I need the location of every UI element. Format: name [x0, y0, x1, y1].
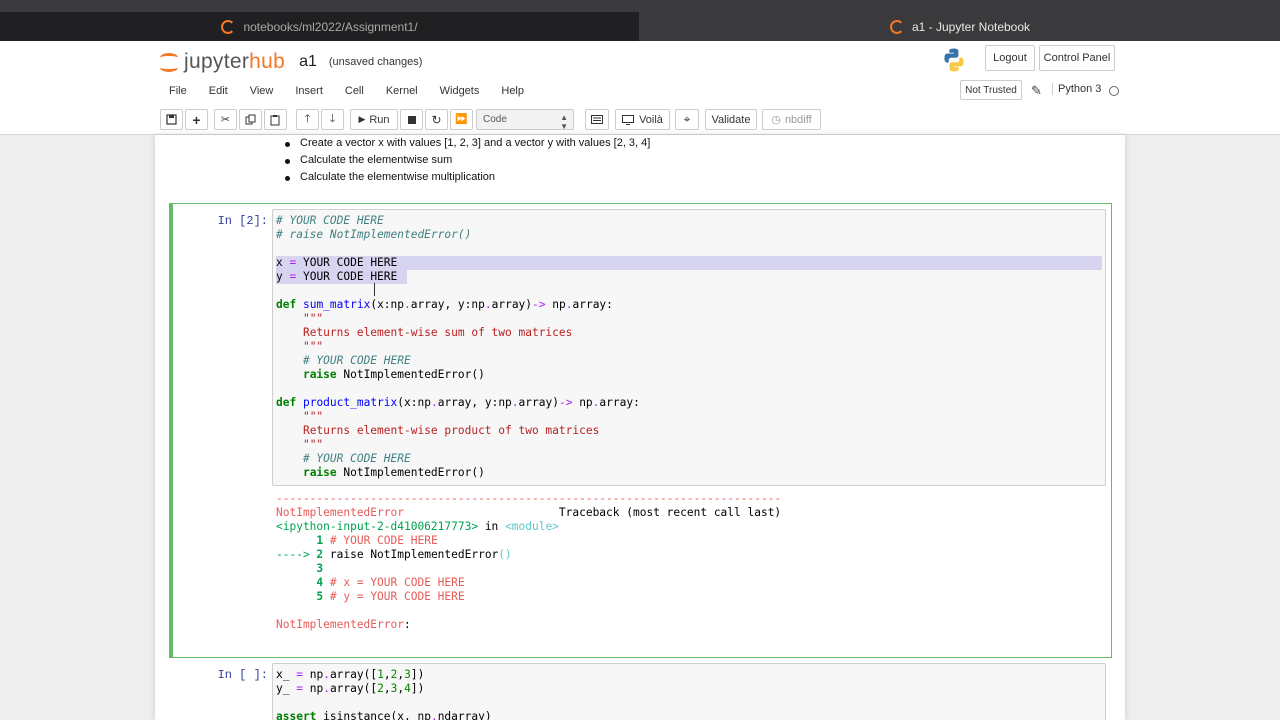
not-trusted-button[interactable]: Not Trusted: [960, 80, 1022, 100]
code-content[interactable]: # YOUR CODE HERE # raise NotImplementedE…: [276, 214, 640, 480]
paste-icon[interactable]: [264, 109, 287, 130]
validate-button[interactable]: Validate: [705, 109, 757, 130]
jupyter-favicon-icon: [221, 19, 236, 34]
menu-insert[interactable]: Insert: [284, 85, 334, 97]
command-palette-icon[interactable]: [585, 109, 609, 130]
edit-pencil-icon[interactable]: ✎: [1031, 83, 1042, 99]
history-icon: ◷: [771, 114, 781, 126]
run-button[interactable]: ▶ Run: [350, 109, 398, 130]
browser-tab-directory[interactable]: notebooks/ml2022/Assignment1/: [0, 12, 639, 41]
voila-label: Voilà: [639, 113, 663, 126]
browser-tab-label: a1 - Jupyter Notebook: [911, 19, 1031, 34]
nbdiff-label: nbdiff: [784, 113, 812, 126]
kernel-status-icon: [1109, 86, 1119, 96]
menu-help[interactable]: Help: [490, 85, 535, 97]
move-up-icon[interactable]: 🡑: [296, 109, 319, 130]
chevron-down-icon: ▲ ▼: [560, 113, 568, 131]
header-title-row: jupyterhub a1 (unsaved changes): [158, 47, 422, 77]
list-item: Create a vector x with values [1, 2, 3] …: [284, 135, 650, 152]
code-content[interactable]: x_ = np.array([1,2,3]) y_ = np.array([2,…: [276, 668, 492, 720]
restart-kernel-icon[interactable]: ↻: [425, 109, 448, 130]
interrupt-kernel-icon[interactable]: [400, 109, 423, 130]
run-label: Run: [369, 113, 390, 126]
nbdiff-button[interactable]: ◷ nbdiff: [762, 109, 821, 130]
menu-cell[interactable]: Cell: [334, 85, 375, 97]
jupyterhub-logo-icon[interactable]: [158, 51, 180, 73]
cell-type-value: Code: [483, 114, 507, 125]
toolbar: + ✂ 🡑 🡓 ▶ Run ↻ ⏩ Code ▲ ▼ Voilà ⌖ Validat…: [155, 107, 1125, 133]
run-icon: ▶: [358, 114, 366, 124]
restart-run-all-icon[interactable]: ⏩: [450, 109, 473, 130]
control-panel-button[interactable]: Control Panel: [1039, 45, 1115, 71]
menu-edit[interactable]: Edit: [198, 85, 239, 97]
cell-output-traceback: ----------------------------------------…: [276, 492, 782, 631]
python-logo-icon: [944, 48, 964, 72]
text-cursor: [374, 283, 376, 296]
notebook-name[interactable]: a1: [299, 53, 317, 71]
list-item: Calculate the elementwise multiplication: [284, 169, 650, 186]
kernel-name[interactable]: Python 3: [1052, 83, 1101, 95]
move-down-icon[interactable]: 🡓: [321, 109, 344, 130]
browser-tab-notebook[interactable]: a1 - Jupyter Notebook: [640, 12, 1280, 41]
insert-cell-icon[interactable]: +: [185, 109, 208, 130]
cut-icon[interactable]: ✂: [214, 109, 237, 130]
cell-prompt: In [ ]:: [217, 668, 268, 682]
browser-tab-label: notebooks/ml2022/Assignment1/: [243, 19, 418, 34]
list-item: Calculate the elementwise sum: [284, 152, 650, 169]
menu-file[interactable]: File: [155, 85, 198, 97]
markdown-cell-bullets: Create a vector x with values [1, 2, 3] …: [284, 135, 650, 186]
cell-type-select[interactable]: Code ▲ ▼: [476, 109, 574, 131]
logout-button[interactable]: Logout: [985, 45, 1035, 71]
save-icon[interactable]: [160, 109, 183, 130]
monitor-icon: [622, 114, 635, 125]
jupyter-header: jupyterhub a1 (unsaved changes) Logout C…: [0, 41, 1280, 135]
jupyterhub-logo-text[interactable]: jupyterhub: [184, 50, 285, 74]
menu-widgets[interactable]: Widgets: [429, 85, 491, 97]
cell-prompt: In [2]:: [217, 214, 268, 228]
menu-view[interactable]: View: [239, 85, 285, 97]
browser-tab-strip: notebooks/ml2022/Assignment1/ a1 - Jupyt…: [0, 0, 1280, 41]
crosshair-icon[interactable]: ⌖: [675, 109, 699, 130]
menu-kernel[interactable]: Kernel: [375, 85, 429, 97]
copy-icon[interactable]: [239, 109, 262, 130]
voila-button[interactable]: Voilà: [615, 109, 670, 130]
jupyter-favicon-icon: [889, 19, 904, 34]
save-status: (unsaved changes): [328, 56, 423, 68]
